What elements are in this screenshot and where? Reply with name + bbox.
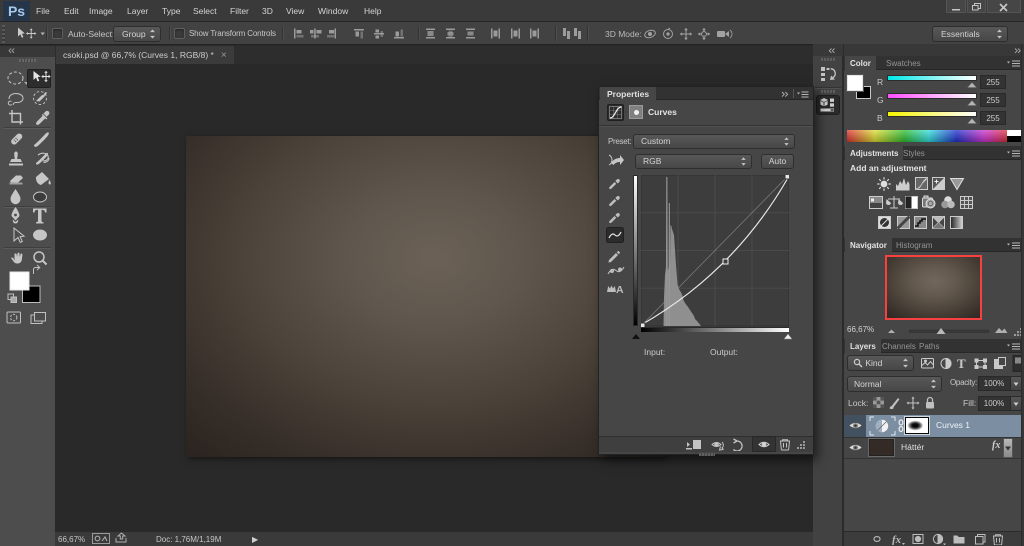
svg-text:fx: fx xyxy=(892,534,902,545)
svg-text:T: T xyxy=(957,356,966,371)
svg-text:A: A xyxy=(616,284,624,296)
